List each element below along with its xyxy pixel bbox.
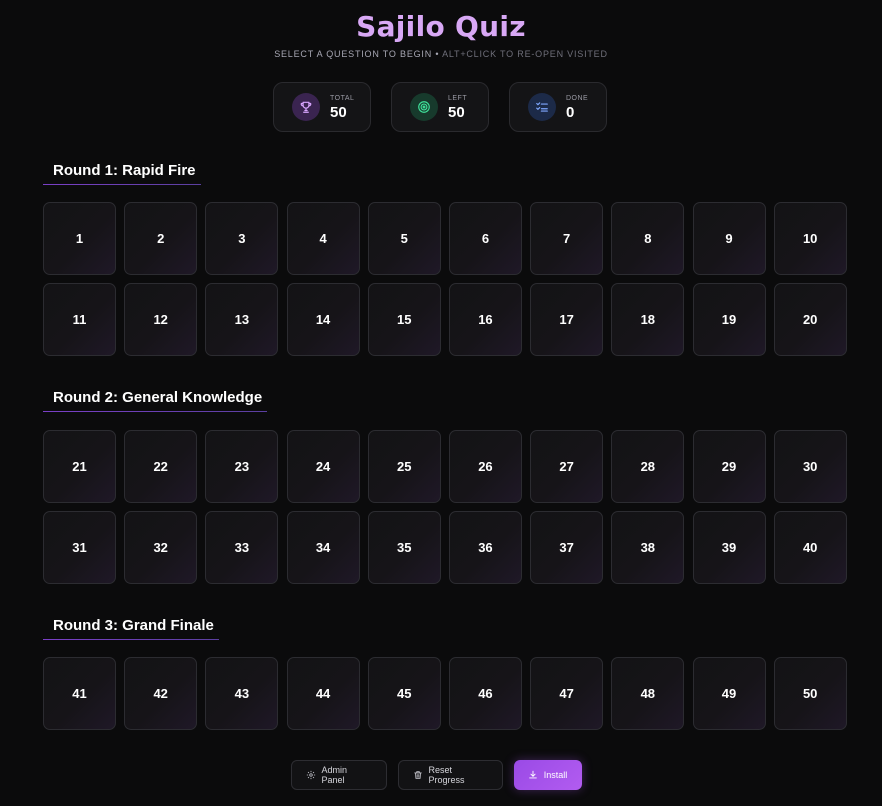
- question-button[interactable]: 12: [124, 283, 198, 356]
- question-button[interactable]: 48: [611, 657, 685, 730]
- question-button[interactable]: 4: [286, 202, 360, 275]
- stat-total-value: 50: [330, 103, 347, 121]
- question-button[interactable]: 25: [367, 430, 441, 503]
- question-button[interactable]: 14: [286, 283, 360, 356]
- stat-done: DONE 0: [509, 82, 607, 132]
- instructions-hint: ALT+CLICK TO RE-OPEN VISITED: [442, 49, 608, 59]
- admin-panel-label: Admin Panel: [321, 765, 348, 785]
- round-2-underline: [43, 411, 267, 412]
- download-icon: [528, 770, 538, 780]
- question-button[interactable]: 38: [611, 511, 685, 584]
- question-button[interactable]: 32: [124, 511, 198, 584]
- question-button[interactable]: 45: [367, 657, 441, 730]
- stat-left: LEFT 50: [391, 82, 489, 132]
- question-button[interactable]: 37: [530, 511, 604, 584]
- admin-panel-button[interactable]: Admin Panel: [290, 760, 387, 790]
- question-button[interactable]: 7: [530, 202, 604, 275]
- question-button[interactable]: 11: [43, 283, 116, 356]
- round-1-underline: [43, 184, 201, 185]
- round-1-title: Round 1: Rapid Fire: [53, 162, 196, 179]
- reset-progress-button[interactable]: Reset Progress: [397, 760, 503, 790]
- question-button[interactable]: 50: [773, 657, 847, 730]
- round-2: Round 2: General Knowledge 21 22 23 24 25 26 2…: [43, 389, 847, 584]
- question-button[interactable]: 9: [692, 202, 766, 275]
- install-label: Install: [543, 770, 568, 780]
- stat-done-label: DONE: [566, 94, 589, 102]
- stat-total: TOTAL 50: [273, 82, 371, 132]
- action-bar: Admin Panel Reset Progress Install: [0, 760, 882, 790]
- question-button[interactable]: 18: [611, 283, 685, 356]
- question-button[interactable]: 42: [124, 657, 198, 730]
- question-button[interactable]: 28: [611, 430, 685, 503]
- round-1-grid: 1 2 3 4 5 6 7 8 9 10 11 12 13 14 15 16 17 18 19 20: [43, 202, 847, 356]
- question-button[interactable]: 26: [448, 430, 522, 503]
- question-button[interactable]: 20: [773, 283, 847, 356]
- question-button[interactable]: 39: [692, 511, 766, 584]
- round-2-title: Round 2: General Knowledge: [53, 389, 263, 406]
- question-button[interactable]: 8: [611, 202, 685, 275]
- question-button[interactable]: 36: [448, 511, 522, 584]
- stat-total-label: TOTAL: [330, 94, 355, 102]
- question-button[interactable]: 33: [205, 511, 279, 584]
- question-button[interactable]: 19: [692, 283, 766, 356]
- question-button[interactable]: 21: [43, 430, 116, 503]
- round-2-grid: 21 22 23 24 25 26 27 28 29 30 31 32 33 34 35 36 37 38 39 40: [43, 430, 847, 584]
- round-1: Round 1: Rapid Fire 1 2 3 4 5 6 7 8 9 10 11 12 13 14 1…: [43, 162, 847, 356]
- question-button[interactable]: 23: [205, 430, 279, 503]
- instructions-separator: •: [432, 49, 443, 59]
- round-3-title: Round 3: Grand Finale: [53, 617, 214, 634]
- instructions-main: SELECT A QUESTION TO BEGIN: [274, 49, 433, 59]
- question-button[interactable]: 30: [773, 430, 847, 503]
- question-button[interactable]: 1: [43, 202, 116, 275]
- question-button[interactable]: 24: [286, 430, 360, 503]
- question-button[interactable]: 34: [286, 511, 360, 584]
- question-button[interactable]: 2: [124, 202, 198, 275]
- trophy-icon: [292, 93, 320, 121]
- stat-left-label: LEFT: [448, 94, 468, 102]
- target-icon: [410, 93, 438, 121]
- round-3-underline: [43, 639, 219, 640]
- question-button[interactable]: 49: [692, 657, 766, 730]
- question-button[interactable]: 41: [43, 657, 116, 730]
- checklist-icon: [528, 93, 556, 121]
- stat-left-value: 50: [448, 103, 465, 121]
- question-button[interactable]: 44: [286, 657, 360, 730]
- question-button[interactable]: 6: [448, 202, 522, 275]
- round-3: Round 3: Grand Finale 41 42 43 44 45 46 47 48 49…: [43, 617, 847, 730]
- stats-bar: TOTAL 50 LEFT 50 DONE 0: [273, 82, 607, 132]
- question-button[interactable]: 13: [205, 283, 279, 356]
- question-button[interactable]: 17: [530, 283, 604, 356]
- question-button[interactable]: 47: [530, 657, 604, 730]
- question-button[interactable]: 40: [773, 511, 847, 584]
- question-button[interactable]: 3: [205, 202, 279, 275]
- question-button[interactable]: 31: [43, 511, 116, 584]
- question-button[interactable]: 43: [205, 657, 279, 730]
- round-3-grid: 41 42 43 44 45 46 47 48 49 50: [43, 657, 847, 730]
- trash-icon: [413, 770, 423, 780]
- question-button[interactable]: 46: [448, 657, 522, 730]
- question-button[interactable]: 10: [773, 202, 847, 275]
- install-button[interactable]: Install: [513, 760, 582, 790]
- question-button[interactable]: 15: [367, 283, 441, 356]
- app-title: Sajilo Quiz: [356, 10, 526, 43]
- question-button[interactable]: 35: [367, 511, 441, 584]
- gear-icon: [306, 770, 316, 780]
- question-button[interactable]: 5: [367, 202, 441, 275]
- reset-progress-label: Reset Progress: [428, 765, 465, 785]
- question-button[interactable]: 22: [124, 430, 198, 503]
- question-button[interactable]: 27: [530, 430, 604, 503]
- question-button[interactable]: 16: [448, 283, 522, 356]
- stat-done-value: 0: [566, 103, 575, 121]
- instructions: SELECT A QUESTION TO BEGIN • ALT+CLICK T…: [0, 49, 882, 59]
- question-button[interactable]: 29: [692, 430, 766, 503]
